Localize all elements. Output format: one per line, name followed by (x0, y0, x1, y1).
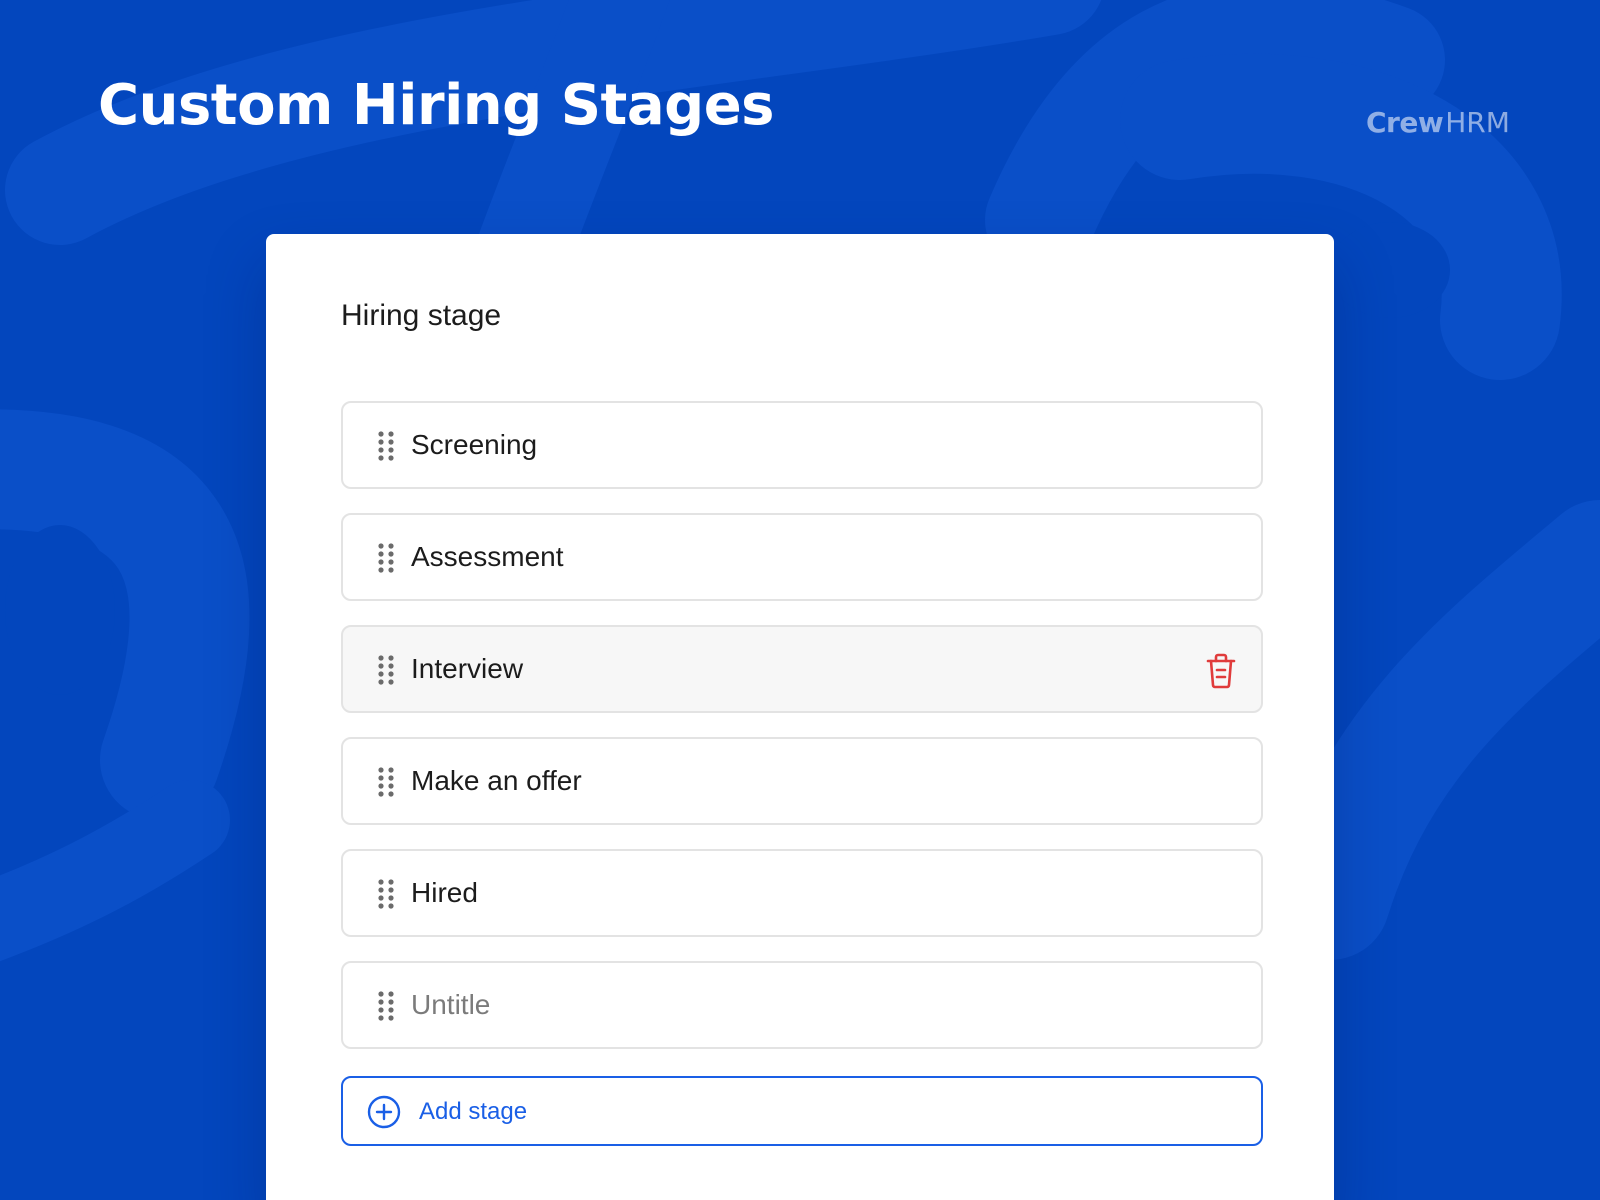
stage-label[interactable]: Make an offer (411, 763, 582, 799)
stage-row[interactable]: Assessment (341, 513, 1263, 601)
stage-row[interactable]: Hired (341, 849, 1263, 937)
stage-label[interactable]: Hired (411, 875, 478, 911)
brand-name: Crew (1366, 105, 1444, 139)
drag-handle-icon[interactable] (377, 767, 395, 797)
stage-label[interactable]: Screening (411, 427, 537, 463)
stage-row[interactable]: Interview (341, 625, 1263, 713)
stage-row[interactable]: Screening (341, 401, 1263, 489)
drag-handle-icon[interactable] (377, 879, 395, 909)
drag-handle-icon[interactable] (377, 991, 395, 1021)
plus-circle-icon (367, 1095, 401, 1129)
stage-row[interactable]: Make an offer (341, 737, 1263, 825)
stage-row[interactable]: Untitle (341, 961, 1263, 1049)
stage-label-placeholder[interactable]: Untitle (411, 987, 490, 1023)
stage-list: Screening Assessment Interview Make an o… (341, 401, 1263, 1073)
add-stage-button[interactable]: Add stage (341, 1076, 1263, 1146)
panel-title: Hiring stage (341, 299, 502, 332)
drag-handle-icon[interactable] (377, 655, 395, 685)
refresh-arrow-icon (1359, 115, 1365, 129)
trash-icon[interactable] (1205, 653, 1237, 689)
brand-suffix: HRM (1445, 105, 1510, 139)
drag-handle-icon[interactable] (377, 543, 395, 573)
stage-label[interactable]: Interview (411, 651, 523, 687)
stage-label[interactable]: Assessment (411, 539, 564, 575)
brand-logo: Crew HRM (1359, 100, 1510, 144)
add-stage-label: Add stage (419, 1098, 528, 1125)
page-title: Custom Hiring Stages (98, 73, 775, 138)
hiring-stage-panel: Hiring stage Screening Assessment Interv… (266, 234, 1334, 1200)
drag-handle-icon[interactable] (377, 431, 395, 461)
